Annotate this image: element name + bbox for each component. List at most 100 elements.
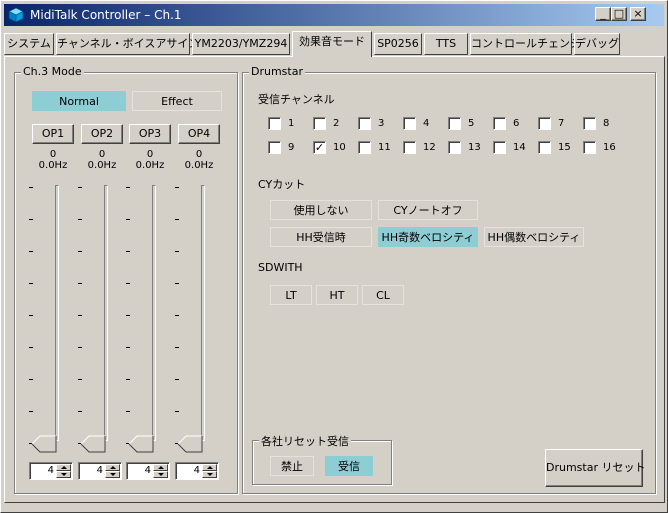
slider-tick [29, 411, 33, 412]
op2-slider-thumb[interactable] [80, 435, 106, 453]
channel-2-checkbox[interactable] [313, 117, 326, 130]
cy-unused-button[interactable]: 使用しない [270, 200, 372, 220]
channel-1-checkbox[interactable] [268, 117, 281, 130]
channel-11-checkbox[interactable] [358, 141, 371, 154]
channel-9-checkbox[interactable] [268, 141, 281, 154]
slider-tick [126, 283, 130, 284]
slider-tick [29, 187, 33, 188]
op4-slider-thumb[interactable] [177, 435, 203, 453]
channel-8-checkbox[interactable] [583, 117, 596, 130]
tab-sound-effect-mode[interactable]: 効果音モード [292, 31, 372, 57]
slider-tick [175, 411, 179, 412]
tab-system[interactable]: システム [4, 33, 54, 55]
channel-6-checkbox[interactable] [493, 117, 506, 130]
channel-15-label: 15 [558, 142, 571, 153]
sdwith-lt-button[interactable]: LT [270, 285, 312, 305]
channel-13-label: 13 [468, 142, 481, 153]
close-button[interactable]: × [630, 7, 646, 21]
channel-10-checkbox[interactable]: ✓ [313, 141, 326, 154]
slider-tick [175, 379, 179, 380]
reset-prohibit-button[interactable]: 禁止 [270, 456, 314, 476]
op4-button[interactable]: OP4 [178, 124, 220, 144]
slider-tick [175, 219, 179, 220]
title-bar[interactable]: MidiTalk Controller – Ch.1 _ □ × [4, 4, 664, 26]
spin-down-icon[interactable] [153, 471, 168, 478]
channel-16-checkbox[interactable] [583, 141, 596, 154]
tab-control-change[interactable]: コントロールチェンジ [470, 33, 581, 55]
channel-16-label: 16 [603, 142, 616, 153]
drumstar-group: Drumstar 受信チャンネル 1 2 3 4 5 6 7 8 9 ✓ 10 11 12 13 14 15 1… [242, 65, 656, 494]
slider-tick [175, 187, 179, 188]
op3-spin-value: 4 [144, 465, 151, 476]
channel-4-checkbox[interactable] [403, 117, 416, 130]
window-title: MidiTalk Controller – Ch.1 [30, 8, 182, 22]
channel-15-checkbox[interactable] [538, 141, 551, 154]
receive-channel-label: 受信チャンネル [258, 93, 335, 106]
op1-spinbox[interactable]: 4 [29, 462, 73, 480]
channel-12-checkbox[interactable] [403, 141, 416, 154]
op3-slider-thumb[interactable] [128, 435, 154, 453]
hh-odd-velocity-button[interactable]: HH奇数ベロシティ [378, 227, 478, 247]
reset-receive-button[interactable]: 受信 [325, 456, 373, 476]
op4-spinbox[interactable]: 4 [175, 462, 219, 480]
tab-tts[interactable]: TTS [424, 33, 468, 55]
channel-6-label: 6 [513, 118, 520, 129]
tab-debug[interactable]: デバッグ [574, 33, 620, 55]
slider-tick [126, 315, 130, 316]
op1-button[interactable]: OP1 [32, 124, 74, 144]
minimize-button[interactable]: _ [595, 7, 611, 21]
channel-14-checkbox[interactable] [493, 141, 506, 154]
channel-8-label: 8 [603, 118, 610, 129]
slider-tick [29, 219, 33, 220]
channel-2-label: 2 [333, 118, 340, 129]
channel-13-checkbox[interactable] [448, 141, 461, 154]
effect-button[interactable]: Effect [132, 91, 222, 111]
op3-spinbox[interactable]: 4 [126, 462, 170, 480]
channel-11-label: 11 [378, 142, 391, 153]
op4-slider-track[interactable] [201, 185, 205, 441]
tab-channel-voice-assign[interactable]: チャンネル・ボイスアサイン [56, 33, 199, 55]
slider-tick [175, 251, 179, 252]
spin-up-icon[interactable] [202, 464, 217, 471]
op2-slider-track[interactable] [104, 185, 108, 441]
sdwith-ht-button[interactable]: HT [316, 285, 358, 305]
op1-slider-track[interactable] [55, 185, 59, 441]
tab-sp0256[interactable]: SP0256 [374, 33, 422, 55]
hh-even-velocity-button[interactable]: HH偶数ベロシティ [484, 227, 584, 247]
channel-3-label: 3 [378, 118, 385, 129]
op2-button[interactable]: OP2 [81, 124, 123, 144]
spin-up-icon[interactable] [105, 464, 120, 471]
channel-3-checkbox[interactable] [358, 117, 371, 130]
slider-tick [78, 187, 82, 188]
spin-down-icon[interactable] [202, 471, 217, 478]
op1-spin-value: 4 [47, 465, 54, 476]
maximize-button[interactable]: □ [611, 7, 627, 21]
op1-slider-thumb[interactable] [31, 435, 57, 453]
channel-4-label: 4 [423, 118, 430, 129]
spin-up-icon[interactable] [153, 464, 168, 471]
spin-down-icon[interactable] [105, 471, 120, 478]
channel-7-checkbox[interactable] [538, 117, 551, 130]
channel-5-label: 5 [468, 118, 475, 129]
op3-button[interactable]: OP3 [129, 124, 171, 144]
op2-spin-value: 4 [96, 465, 103, 476]
hh-receive-button[interactable]: HH受信時 [270, 227, 372, 247]
op1-value: 0 [49, 149, 57, 160]
op4-spin-value: 4 [193, 465, 200, 476]
channel-5-checkbox[interactable] [448, 117, 461, 130]
drumstar-title: Drumstar [249, 65, 305, 78]
spin-down-icon[interactable] [56, 471, 71, 478]
normal-button[interactable]: Normal [32, 91, 126, 111]
spin-up-icon[interactable] [56, 464, 71, 471]
slider-tick [126, 251, 130, 252]
op1-frequency: 0.0Hz [38, 160, 68, 171]
op2-spinbox[interactable]: 4 [78, 462, 122, 480]
drumstar-reset-button[interactable]: Drumstar リセット [545, 449, 645, 487]
slider-tick [29, 379, 33, 380]
tab-ym2203-ymz294[interactable]: YM2203/YMZ294 [192, 33, 290, 55]
sdwith-cl-button[interactable]: CL [362, 285, 404, 305]
cy-note-off-button[interactable]: CYノートオフ [378, 200, 478, 220]
sdwith-label: SDWITH [258, 261, 303, 274]
op3-slider-track[interactable] [152, 185, 156, 441]
slider-tick [78, 379, 82, 380]
